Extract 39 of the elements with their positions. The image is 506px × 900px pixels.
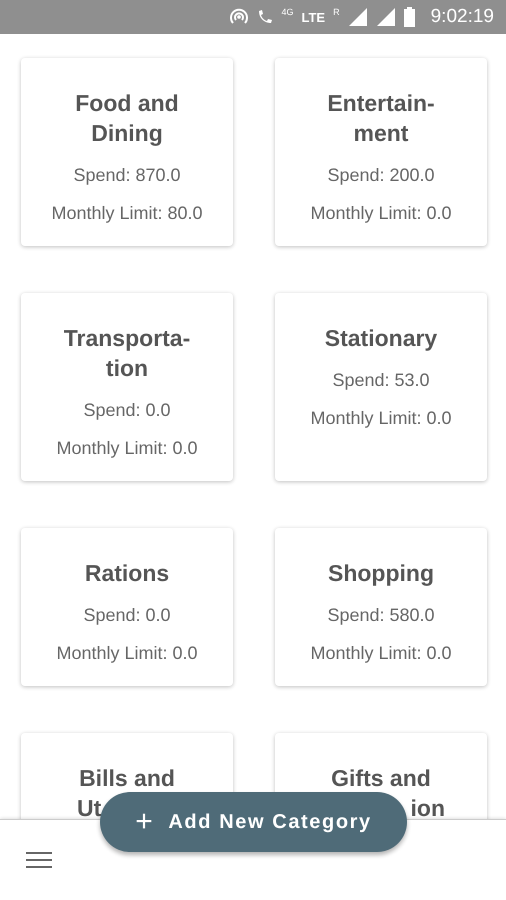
category-card[interactable]: Shopping Spend: 580.0 Monthly Limit: 0.0 — [275, 528, 487, 686]
monthly-limit: Monthly Limit: 0.0 — [56, 437, 198, 460]
monthly-limit: Monthly Limit: 0.0 — [310, 407, 452, 430]
spend-amount: Spend: 580.0 — [327, 604, 435, 627]
spend-amount: Spend: 870.0 — [73, 164, 181, 187]
category-card[interactable]: Rations Spend: 0.0 Monthly Limit: 0.0 — [21, 528, 233, 686]
monthly-limit: Monthly Limit: 80.0 — [51, 202, 203, 225]
category-card[interactable]: Transporta-tion Spend: 0.0 Monthly Limit: 0.0 — [21, 293, 233, 481]
network-type: LTE — [302, 10, 326, 24]
network-generation-label: 4G — [281, 7, 294, 17]
menu-icon[interactable] — [26, 851, 52, 869]
monthly-limit: Monthly Limit: 0.0 — [56, 642, 198, 665]
category-card[interactable]: Food and Dining Spend: 870.0 Monthly Limit: 80.0 — [21, 58, 233, 246]
battery-icon — [404, 7, 415, 27]
signal-icon — [348, 7, 368, 27]
spend-amount: Spend: 200.0 — [327, 164, 435, 187]
category-title: Ut — [76, 794, 102, 819]
phone-icon — [257, 8, 274, 26]
spend-amount: Spend: 0.0 — [83, 604, 171, 627]
category-title: Transporta-tion — [62, 324, 192, 383]
signal-icon — [376, 7, 396, 27]
category-title: Bills and — [78, 764, 176, 793]
category-title: Stationary — [324, 324, 438, 353]
spend-amount: Spend: 0.0 — [83, 399, 171, 422]
category-title: Shopping — [326, 559, 436, 588]
monthly-limit: Monthly Limit: 0.0 — [310, 202, 452, 225]
add-category-button[interactable]: + Add New Category — [100, 792, 407, 852]
category-card[interactable]: Entertain-ment Spend: 200.0 Monthly Limit: 0.0 — [275, 58, 487, 246]
category-title: Food and Dining — [74, 89, 180, 148]
roaming-indicator: R — [333, 7, 340, 17]
category-card[interactable]: Stationary Spend: 53.0 Monthly Limit: 0.0 — [275, 293, 487, 481]
category-title: Gifts and — [330, 764, 432, 793]
spend-amount: Spend: 53.0 — [332, 369, 430, 392]
category-title: Rations — [84, 559, 170, 588]
monthly-limit: Monthly Limit: 0.0 — [310, 642, 452, 665]
clock: 9:02:19 — [430, 6, 494, 28]
category-title: ion — [410, 794, 446, 819]
hotspot-icon — [229, 8, 250, 26]
category-title: Entertain-ment — [326, 89, 436, 148]
